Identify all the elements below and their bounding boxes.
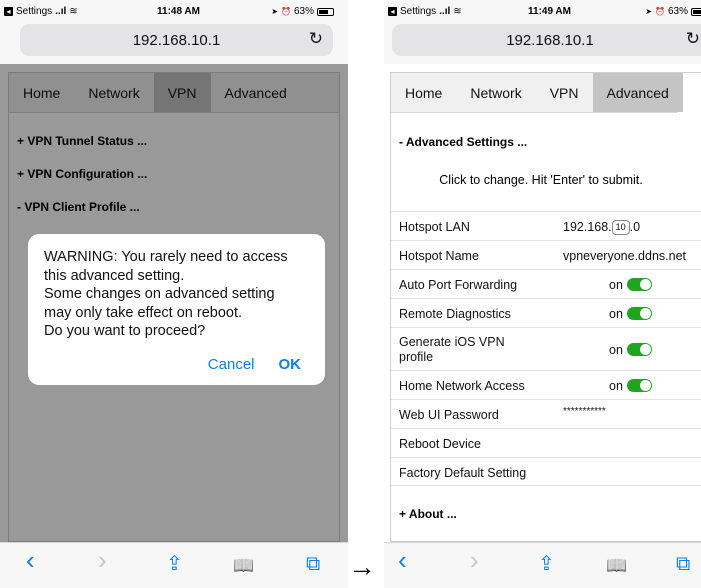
warning-line: WARNING: You rarely need to access	[44, 249, 288, 265]
wifi-icon: ≋	[69, 6, 78, 17]
tab-vpn[interactable]: VPN	[536, 73, 593, 112]
wifi-icon: ≋	[453, 6, 462, 17]
setting-value[interactable]: on	[609, 343, 652, 357]
toggle-switch[interactable]	[626, 278, 652, 291]
location-icon: ➤	[645, 7, 653, 16]
toggle-switch[interactable]	[626, 307, 652, 320]
alarm-icon: ⏰	[281, 7, 291, 16]
lan-prefix: 192.168.	[563, 220, 612, 234]
back-app-label[interactable]: Settings	[16, 6, 52, 17]
setting-row-hotspot-name[interactable]: Hotspot Name vpneveryone.ddns.net	[391, 240, 701, 269]
setting-label[interactable]: Reboot Device	[399, 437, 481, 451]
back-to-app-icon[interactable]: ◂	[388, 7, 397, 16]
tabs-icon[interactable]: ⧉	[676, 554, 690, 574]
phone-screenshot-right: ◂ Settings ..ıl ≋ 11:49 AM ➤ ⏰ 63% 192.1…	[384, 0, 701, 588]
setting-label: Home Network Access	[399, 379, 525, 393]
setting-row-home-network-access[interactable]: Home Network Access on	[391, 370, 701, 399]
ok-button[interactable]: OK	[279, 356, 302, 373]
setting-row-remote-diagnostics[interactable]: Remote Diagnostics on	[391, 298, 701, 327]
web-content: Home Network VPN Advanced - Advanced Set…	[384, 64, 701, 542]
setting-row-reboot-device[interactable]: Reboot Device	[391, 428, 701, 457]
url-text[interactable]: 192.168.10.1	[392, 32, 701, 49]
setting-row-hotspot-lan[interactable]: Hotspot LAN 192.168. 10.0	[391, 211, 701, 240]
toggle-state: on	[609, 307, 623, 321]
location-icon: ➤	[271, 7, 279, 16]
setting-value[interactable]: on	[609, 307, 652, 321]
lan-octet-input[interactable]: 10	[611, 220, 630, 235]
share-icon[interactable]: ⇪	[166, 554, 183, 574]
setting-value[interactable]: on	[609, 379, 652, 393]
share-icon[interactable]: ⇪	[538, 554, 555, 574]
settings-table: Hotspot LAN 192.168. 10.0 Hotspot Name vp…	[391, 211, 701, 486]
setting-label: Hotspot LAN	[399, 220, 470, 234]
toggle-state: on	[609, 278, 623, 292]
url-text[interactable]: 192.168.10.1	[20, 32, 333, 49]
toggle-state: on	[609, 379, 623, 393]
forward-icon[interactable]: ›	[470, 547, 479, 573]
setting-label: Generate iOS VPN profile	[399, 335, 505, 364]
battery-percent: 63%	[293, 6, 314, 17]
tabs-icon[interactable]: ⧉	[306, 554, 320, 574]
setting-label[interactable]: Factory Default Setting	[399, 466, 526, 480]
warning-line: Some changes on advanced setting	[44, 286, 275, 302]
safari-toolbar: ‹ › ⇪ 📖 ⧉	[0, 542, 348, 588]
section-advanced-settings[interactable]: - Advanced Settings ...	[391, 135, 701, 149]
transition-arrow: →	[348, 551, 376, 582]
back-to-app-icon[interactable]: ◂	[4, 7, 13, 16]
warning-dialog: WARNING: You rarely need to access this …	[28, 234, 325, 385]
setting-value[interactable]: vpneveryone.ddns.net	[563, 249, 686, 263]
setting-label: Remote Diagnostics	[399, 307, 511, 321]
toggle-state: on	[609, 343, 623, 357]
tab-home[interactable]: Home	[391, 73, 456, 112]
signal-icon: ..ıl	[55, 6, 67, 17]
setting-row-factory-default[interactable]: Factory Default Setting	[391, 457, 701, 486]
tab-network[interactable]: Network	[456, 73, 535, 112]
battery-percent: 63%	[667, 6, 688, 17]
toggle-switch[interactable]	[626, 379, 652, 392]
reload-icon[interactable]: ↻	[309, 29, 323, 49]
reload-icon[interactable]: ↻	[686, 29, 700, 49]
setting-label: Web UI Password	[399, 408, 499, 422]
router-page: Home Network VPN Advanced - Advanced Set…	[390, 72, 701, 542]
status-time: 11:48 AM	[157, 6, 200, 17]
toggle-switch[interactable]	[626, 343, 652, 356]
address-bar[interactable]: 192.168.10.1 ↻	[392, 24, 701, 56]
alarm-icon: ⏰	[655, 7, 665, 16]
back-icon[interactable]: ‹	[398, 547, 407, 573]
safari-toolbar: ‹ › ⇪ 📖 ⧉	[384, 542, 701, 588]
status-bar: ◂ Settings ..ıl ≋ 11:48 AM ➤ ⏰ 63%	[0, 6, 348, 20]
warning-line: this advanced setting.	[44, 267, 185, 284]
password-value[interactable]: ***********	[563, 406, 606, 417]
warning-line: may only take effect on reboot.	[44, 304, 243, 321]
cancel-button[interactable]: Cancel	[208, 356, 255, 373]
section-about[interactable]: + About ...	[391, 507, 465, 521]
setting-value[interactable]: 192.168. 10.0	[563, 220, 640, 235]
tab-bar: Home Network VPN Advanced	[391, 73, 683, 113]
back-app-label[interactable]: Settings	[400, 6, 436, 17]
warning-message: WARNING: You rarely need to access this …	[44, 248, 309, 341]
status-bar: ◂ Settings ..ıl ≋ 11:49 AM ➤ ⏰ 63%	[384, 6, 701, 20]
setting-row-generate-ios-vpn-profile[interactable]: Generate iOS VPN profile on	[391, 327, 701, 370]
bookmarks-icon[interactable]: 📖	[233, 556, 254, 576]
setting-row-web-ui-password[interactable]: Web UI Password ***********	[391, 399, 701, 428]
tab-advanced[interactable]: Advanced	[592, 73, 683, 112]
setting-label: Hotspot Name	[399, 249, 479, 263]
signal-icon: ..ıl	[439, 6, 451, 17]
battery-icon	[691, 7, 701, 16]
battery-icon	[317, 7, 334, 16]
forward-icon[interactable]: ›	[98, 547, 107, 573]
status-time: 11:49 AM	[528, 6, 571, 17]
instruction-text: Click to change. Hit 'Enter' to submit.	[439, 173, 643, 187]
back-icon[interactable]: ‹	[26, 547, 35, 573]
phone-screenshot-left: ◂ Settings ..ıl ≋ 11:48 AM ➤ ⏰ 63% 192.1…	[0, 0, 348, 588]
setting-value[interactable]: on	[609, 278, 652, 292]
setting-label: Auto Port Forwarding	[399, 278, 518, 292]
address-bar[interactable]: 192.168.10.1 ↻	[20, 24, 333, 56]
lan-suffix: .0	[629, 220, 641, 234]
setting-row-auto-port-forwarding[interactable]: Auto Port Forwarding on	[391, 269, 701, 298]
bookmarks-icon[interactable]: 📖	[606, 556, 627, 576]
warning-line: Do you want to proceed?	[44, 323, 206, 339]
